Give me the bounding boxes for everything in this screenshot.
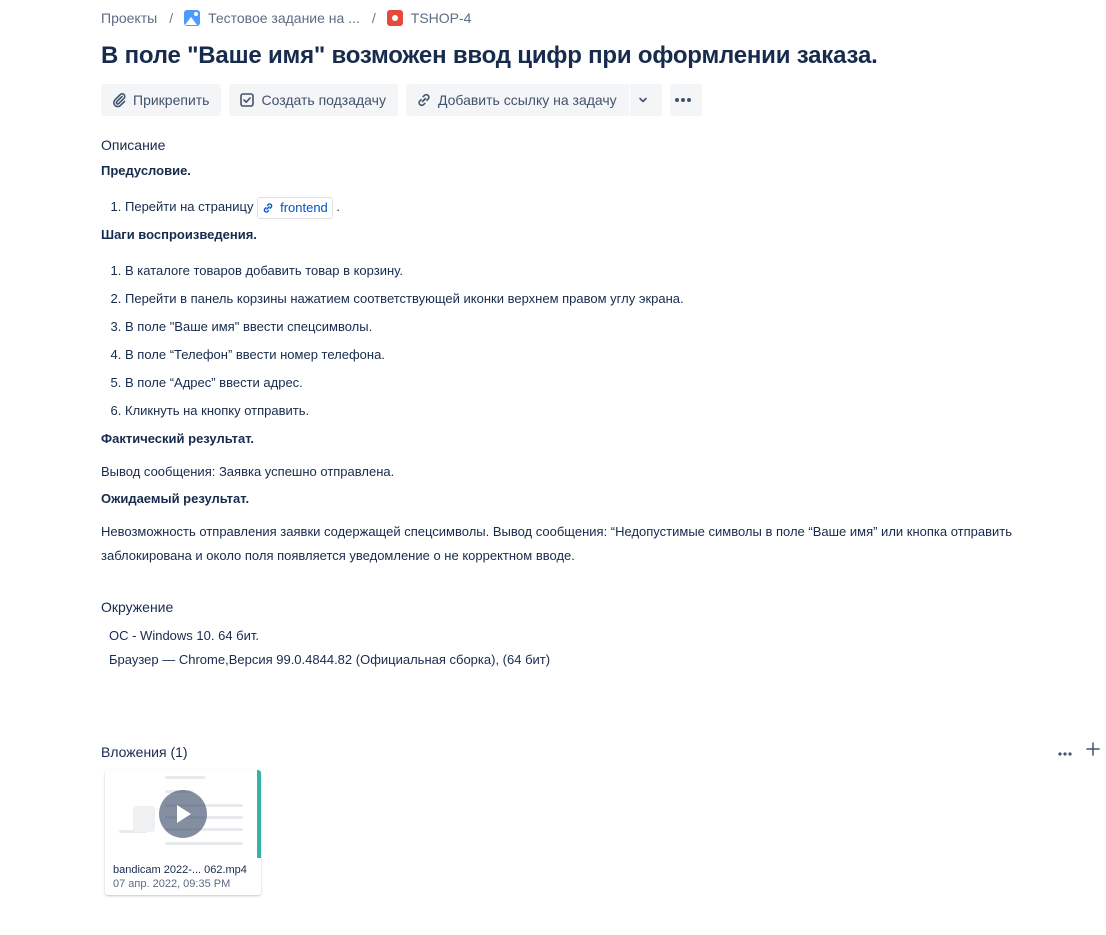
paperclip-icon	[113, 93, 126, 108]
environment-label: Окружение	[101, 599, 174, 615]
bug-icon	[386, 10, 403, 26]
list-item: В каталоге товаров добавить товар в корз…	[125, 262, 1091, 280]
chevron-down-icon	[638, 97, 647, 103]
link-issue-dropdown-button[interactable]	[629, 84, 662, 116]
more-icon	[1058, 751, 1072, 756]
steps-heading: Шаги воспроизведения.	[101, 227, 257, 242]
environment-value[interactable]: ОС - Windows 10. 64 бит. Браузер — Chrom…	[101, 624, 1091, 672]
attach-button[interactable]: Прикрепить	[101, 84, 222, 116]
attachment-date: 07 апр. 2022, 09:35 PM	[113, 878, 231, 890]
list-item: Перейти в панель корзины нажатием соотве…	[125, 290, 1091, 308]
precondition-step-suffix: .	[336, 199, 341, 214]
list-item: Кликнуть на кнопку отправить.	[125, 402, 1091, 420]
precondition-list: Перейти на страницу frontend .	[101, 196, 1091, 219]
breadcrumb-project-link[interactable]: Тестовое задание на ...	[184, 10, 360, 26]
attachments-actions	[1058, 742, 1100, 761]
play-icon[interactable]	[159, 790, 207, 838]
breadcrumb-separator: /	[371, 10, 376, 26]
attachment-card-footer: bandicam 2022-... 062.mp4 07 апр. 2022, …	[105, 858, 261, 895]
steps-list: В каталоге товаров добавить товар в корз…	[101, 262, 1091, 420]
breadcrumb-projects-link[interactable]: Проекты	[101, 10, 157, 26]
breadcrumb-projects-label[interactable]: Проекты	[101, 10, 157, 26]
actual-result-heading: Фактический результат.	[101, 431, 255, 446]
issue-title[interactable]: В поле "Ваше имя" возможен ввод цифр при…	[101, 42, 878, 70]
environment-os: ОС - Windows 10. 64 бит.	[109, 628, 259, 643]
precondition-heading: Предусловие.	[101, 163, 191, 178]
create-subtask-label[interactable]: Создать подзадачу	[261, 92, 385, 108]
link-issue-button[interactable]: Добавить ссылку на задачу	[405, 84, 629, 116]
attachments-more-button[interactable]	[1058, 743, 1072, 761]
expected-result-line: Невозможность отправления заявки содержа…	[101, 524, 1013, 539]
attach-button-label[interactable]: Прикрепить	[133, 92, 209, 108]
list-item: В поле “Телефон” ввести номер телефона.	[125, 346, 1091, 364]
breadcrumb-project-label[interactable]: Тестовое задание на ...	[208, 10, 360, 26]
plus-icon	[1086, 742, 1100, 756]
attachment-card[interactable]: bandicam 2022-... 062.mp4 07 апр. 2022, …	[105, 770, 261, 895]
issue-description[interactable]: Описание Предусловие. Перейти на страниц…	[101, 136, 1091, 672]
frontend-inline-link[interactable]: frontend	[257, 196, 333, 219]
expected-result-text: Невозможность отправления заявки содержа…	[101, 520, 1091, 568]
breadcrumb-separator: /	[169, 10, 174, 26]
more-icon	[674, 98, 691, 102]
link-issue-button-group: Добавить ссылку на задачу	[405, 84, 662, 116]
frontend-link-label[interactable]: frontend	[280, 199, 328, 217]
attachment-file-name: bandicam 2022-... 062.mp4	[113, 864, 247, 876]
create-subtask-button[interactable]: Создать подзадачу	[229, 84, 398, 116]
expected-result-line: заблокирована и около поля появляется ув…	[101, 548, 575, 563]
list-item: Перейти на страницу frontend .	[125, 196, 1091, 219]
link-icon	[418, 93, 430, 107]
precondition-step-text: Перейти на страницу	[125, 199, 254, 214]
description-label: Описание	[101, 137, 166, 153]
attachment-thumbnail	[105, 770, 261, 862]
more-actions-button[interactable]	[669, 84, 702, 116]
link-icon	[263, 202, 273, 213]
list-item: В поле "Ваше имя" ввести спецсимволы.	[125, 318, 1091, 336]
actual-result-text: Вывод сообщения: Заявка успешно отправле…	[101, 464, 395, 479]
breadcrumb: Проекты / Тестовое задание на ... / TSHO…	[101, 8, 471, 28]
list-item: В поле “Адрес” ввести адрес.	[125, 374, 1091, 392]
add-attachment-button[interactable]	[1086, 742, 1100, 761]
breadcrumb-issue-link[interactable]: TSHOP-4	[386, 10, 472, 26]
link-issue-label[interactable]: Добавить ссылку на задачу	[438, 92, 617, 108]
environment-browser: Браузер — Chrome,Версия 99.0.4844.82 (Оф…	[109, 652, 551, 667]
expected-result-heading: Ожидаемый результат.	[101, 491, 250, 506]
breadcrumb-issue-key[interactable]: TSHOP-4	[411, 10, 472, 26]
attachments-heading: Вложения (1)	[101, 744, 188, 760]
project-avatar-icon	[184, 10, 201, 26]
subtask-icon	[240, 93, 255, 107]
issue-toolbar: Прикрепить Создать подзадачу Добавить сс…	[101, 84, 710, 116]
